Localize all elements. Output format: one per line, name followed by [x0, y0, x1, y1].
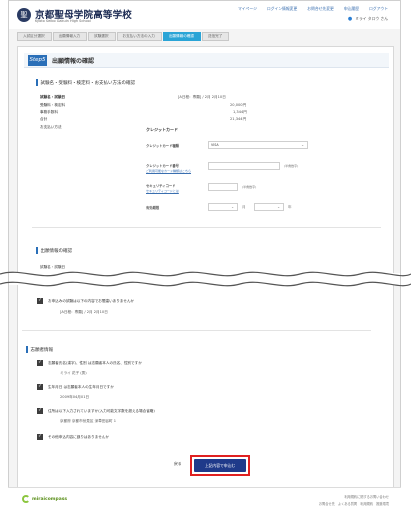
- footer-link-row[interactable]: お問合せ先 よくある質問 利用規約 推奨環境: [319, 501, 389, 506]
- header-links: マイページ ログイン情報変更 お問合せ先変更 申込履歴 ログアウト: [238, 6, 388, 12]
- confirm-section-title-text: 出願情報の確認: [40, 248, 73, 254]
- exam-value: [A日程：専願] / 2月 2月10日: [178, 95, 226, 99]
- site-header: 聖 京都聖母学院高等学校 Kyoto Seibo Gakuin High Sch…: [9, 1, 400, 29]
- check-exam-answer: [A日程：専願] / 2月 2月10日: [60, 310, 108, 314]
- section-bar: [36, 247, 38, 254]
- total-value: 21,344円: [230, 117, 247, 121]
- username: ミライ タロウ さん: [355, 16, 388, 21]
- back-button[interactable]: 戻る: [174, 461, 182, 467]
- section-bar: [36, 79, 38, 86]
- month-suffix: 月: [242, 205, 246, 209]
- chevron-down-icon: ⌄: [231, 205, 234, 209]
- applicant-section-title: 志願者情報: [26, 346, 53, 353]
- school-logo: 聖: [17, 8, 31, 22]
- check-address[interactable]: ✓: [37, 408, 43, 414]
- fee-value: 20,000円: [230, 103, 247, 107]
- divider: [32, 227, 381, 228]
- chevron-down-icon: ⌄: [301, 143, 304, 147]
- miraicompass-logo-icon: [22, 495, 30, 503]
- handling-value: 1,344円: [233, 110, 247, 114]
- year-suffix: 年: [288, 205, 292, 209]
- check-address-question: 住所は以下入力されていますか(入力可能文字数を超える場合省略): [48, 409, 155, 413]
- check-other-question: その他申込内容に誤りはありませんか: [48, 435, 109, 439]
- school-name-en: Kyoto Seibo Gakuin High School: [35, 19, 91, 23]
- check-birthday[interactable]: ✓: [37, 384, 43, 390]
- card-number-label: クレジットカード番号: [146, 164, 179, 168]
- check-birthday-answer: 2009年04月01日: [60, 395, 90, 399]
- step-3: 試験選択: [88, 32, 116, 41]
- expiry-label: 有効期限: [146, 206, 160, 210]
- wave-line-bottom: [0, 281, 411, 287]
- site-footer: miraicompass 利用規約に関するお問い合わせ お問合せ先 よくある質問…: [8, 487, 401, 510]
- mypage-link[interactable]: マイページ: [238, 6, 257, 12]
- section-bar: [26, 346, 28, 353]
- step-2: 出願情報入力: [52, 32, 88, 41]
- step-5-current: 出願情報の確認: [162, 32, 201, 41]
- footer-brand: miraicompass: [32, 496, 68, 502]
- divider: [22, 330, 371, 331]
- progress-steps: 入試区分選択 出願情報入力 試験選択 お支払い方法の入力 出願情報の確認 送信完…: [17, 32, 230, 41]
- confirm-section-title: 出願情報の確認: [36, 247, 72, 254]
- step-6: 送信完了: [202, 32, 230, 41]
- step-4: お支払い方法の入力: [116, 32, 162, 41]
- step-1: 入試区分選択: [17, 32, 52, 41]
- check-name[interactable]: ✓: [37, 360, 43, 366]
- card-number-hint: (半角数字): [284, 164, 299, 168]
- check-other[interactable]: ✓: [37, 434, 43, 440]
- user-info: ● ミライ タロウ さん: [348, 16, 388, 22]
- card-number-input[interactable]: [208, 162, 280, 170]
- handling-label: 事務手数料: [40, 110, 58, 114]
- footer-logo: miraicompass: [22, 495, 67, 503]
- payment-method-label: お支払い方法: [40, 125, 62, 129]
- page-break-wave: [0, 271, 411, 287]
- contact-change-link[interactable]: お問合せ先変更: [307, 6, 334, 12]
- user-icon: ●: [347, 16, 353, 22]
- footer-links: 利用規約に関するお問い合わせ お問合せ先 よくある質問 利用規約 推奨環境: [319, 494, 389, 508]
- exam-label: 試験名・試験日: [40, 95, 66, 99]
- check-exam-question: お申込みの試験は以下の内容でお間違いありませんか: [48, 299, 135, 303]
- chevron-down-icon: ⌄: [277, 205, 280, 209]
- step-title-bar: Step5 出願情報の確認: [24, 53, 389, 68]
- total-label: 合計: [40, 117, 48, 121]
- check-exam[interactable]: ✓: [37, 298, 43, 304]
- cvv-help-link[interactable]: セキュリティコードとは: [146, 189, 179, 193]
- step-badge: Step5: [28, 55, 47, 66]
- cvv-input[interactable]: [208, 183, 238, 191]
- check-name-answer: ミライ 花子 (男): [60, 371, 87, 375]
- wave-line-top: [0, 271, 411, 277]
- logout-link[interactable]: ログアウト: [369, 6, 388, 12]
- login-info-link[interactable]: ログイン情報変更: [267, 6, 297, 12]
- card-types-link[interactable]: ご利用可能なカード種類はこちら: [146, 169, 191, 173]
- expiry-month-select[interactable]: ⌄: [208, 203, 238, 211]
- card-type-select[interactable]: VISA ⌄: [208, 141, 308, 149]
- cvv-hint: (半角数字): [242, 185, 257, 189]
- card-type-value: VISA: [211, 143, 219, 147]
- check-address-answer: 京都府 京都市伏見区 深草田谷町 1: [60, 419, 117, 423]
- browser-page: 聖 京都聖母学院高等学校 Kyoto Seibo Gakuin High Sch…: [8, 0, 401, 510]
- expiry-year-select[interactable]: ⌄: [254, 203, 284, 211]
- fee-label: 受験料・検定料: [40, 103, 66, 107]
- page-title: 出願情報の確認: [52, 58, 95, 65]
- cvv-label: セキュリティコード: [146, 184, 176, 188]
- applicant-section-title-text: 志願者情報: [30, 347, 54, 353]
- credit-card-heading: クレジットカード: [146, 127, 178, 132]
- check-birthday-question: 生年月日 は志願者本人の生年月日ですか: [48, 385, 114, 389]
- card-type-label: クレジットカード種類: [146, 144, 179, 148]
- history-link[interactable]: 申込履歴: [344, 6, 359, 12]
- payment-section-title-text: 試験名・受験料・検定料・お支払い方法の確認: [40, 80, 136, 86]
- footer-link-contact[interactable]: 利用規約に関するお問い合わせ: [319, 494, 389, 499]
- submit-application-button[interactable]: 上記内容で申込む: [194, 459, 246, 472]
- check-name-question: 志願者氏名(漢字)、性別 は志願者本人の氏名、性別ですか: [48, 361, 142, 365]
- payment-section-title: 試験名・受験料・検定料・お支払い方法の確認: [36, 79, 135, 86]
